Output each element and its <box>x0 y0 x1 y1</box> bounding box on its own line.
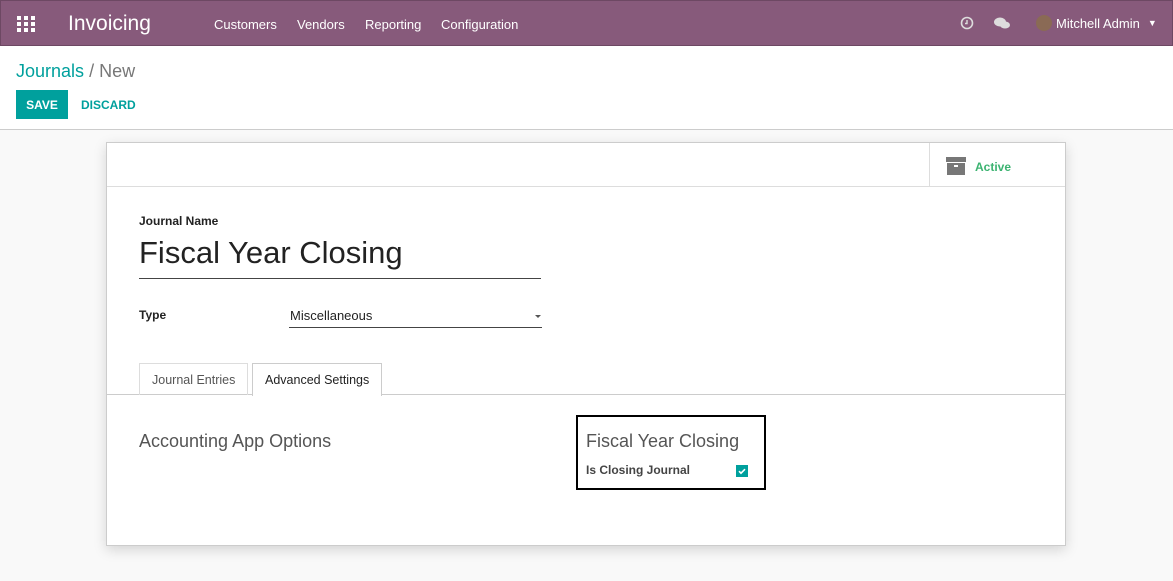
fiscal-year-closing-heading: Fiscal Year Closing <box>586 431 740 451</box>
menu-vendors[interactable]: Vendors <box>297 17 345 32</box>
notebook-tabs: Journal Entries Advanced Settings <box>107 363 1065 396</box>
app-title: Invoicing <box>68 12 151 35</box>
archive-icon <box>946 157 966 175</box>
accounting-options-heading: Accounting App Options <box>139 431 332 451</box>
type-select[interactable]: Miscellaneous <box>289 308 542 328</box>
button-box: Active <box>107 143 1065 187</box>
chat-icon[interactable] <box>993 16 1011 30</box>
menu-reporting[interactable]: Reporting <box>365 17 421 32</box>
active-label: Active <box>975 160 1012 174</box>
type-value: Miscellaneous <box>290 308 373 323</box>
form-sheet: Active Journal Name Fiscal Year Closing … <box>106 142 1066 546</box>
breadcrumb-journals[interactable]: Journals <box>16 61 84 81</box>
highlight-box <box>576 415 766 490</box>
journal-name-label: Journal Name <box>139 214 219 228</box>
caret-down-icon: ▼ <box>1147 18 1157 28</box>
tab-journal-entries[interactable]: Journal Entries <box>139 363 249 395</box>
save-button[interactable]: SAVE <box>16 90 68 119</box>
control-panel: Journals / New SAVE DISCARD <box>0 46 1173 130</box>
discard-button[interactable]: DISCARD <box>81 98 136 112</box>
type-label: Type <box>139 308 167 322</box>
user-menu[interactable]: Mitchell Admin ▼ <box>1036 15 1157 31</box>
breadcrumb-current: New <box>99 61 136 81</box>
active-toggle-button[interactable]: Active <box>929 143 1065 187</box>
tab-advanced-settings[interactable]: Advanced Settings <box>252 363 383 396</box>
closing-journal-checkbox[interactable] <box>736 465 748 477</box>
top-navbar: Invoicing Customers Vendors Reporting Co… <box>0 0 1173 46</box>
journal-name-input[interactable]: Fiscal Year Closing <box>139 235 541 279</box>
breadcrumb: Journals / New <box>16 61 135 82</box>
menu-customers[interactable]: Customers <box>214 17 277 32</box>
breadcrumb-separator: / <box>89 61 100 81</box>
clock-icon[interactable] <box>960 16 974 30</box>
avatar <box>1036 15 1052 31</box>
apps-grid-icon[interactable] <box>17 16 35 32</box>
caret-down-icon <box>535 315 541 321</box>
menu-configuration[interactable]: Configuration <box>441 17 518 32</box>
user-name: Mitchell Admin <box>1056 15 1140 31</box>
closing-journal-label: Is Closing Journal <box>586 463 691 477</box>
